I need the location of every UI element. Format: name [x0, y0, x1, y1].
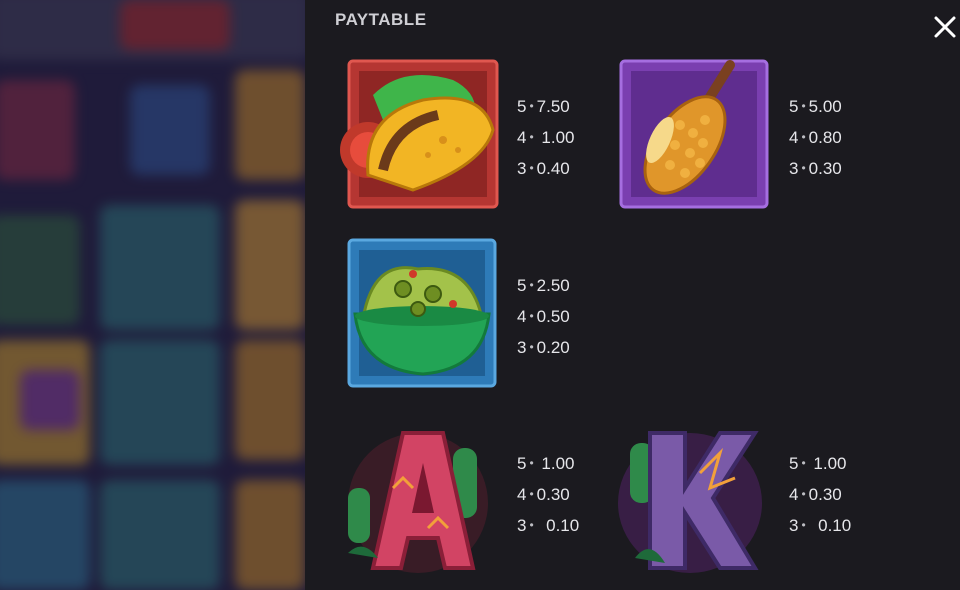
pay-count: 3	[517, 338, 527, 357]
pay-count: 5	[517, 276, 527, 295]
pay-count: 3	[789, 159, 799, 178]
pay-value: 0.30	[808, 485, 842, 504]
symbol-guacamole	[333, 234, 503, 394]
pay-row: 4 • 0.80	[789, 123, 842, 154]
separator-dot: •	[529, 161, 534, 175]
pay-count: 5	[789, 97, 799, 116]
separator-dot: •	[529, 518, 534, 532]
pay-value: 0.50	[536, 307, 570, 326]
pay-value: 5.00	[808, 97, 842, 116]
pay-value: 0.80	[808, 128, 842, 147]
paytable-corn: 5 • 5.00 4 • 0.80 3 • 0.30	[789, 92, 842, 185]
pay-value: 0.10	[546, 516, 580, 535]
pay-value: 0.30	[808, 159, 842, 178]
pay-row: 5 • 1.00	[517, 449, 579, 480]
pay-value: 2.50	[536, 276, 570, 295]
paytable-title: PAYTABLE	[335, 10, 427, 29]
pay-row: 5 • 5.00	[789, 92, 842, 123]
pay-row: 4 • 0.30	[517, 480, 579, 511]
paytable-taco: 5 • 7.50 4 • 1.00 3 • 0.40	[517, 92, 575, 185]
pay-value: 0.20	[536, 338, 570, 357]
pay-count: 4	[789, 485, 799, 504]
pay-count: 3	[517, 159, 527, 178]
pay-value: 0.40	[536, 159, 570, 178]
close-icon	[934, 16, 956, 38]
pay-row: 4 • 0.30	[789, 480, 851, 511]
pay-row: 4 • 0.50	[517, 302, 570, 333]
pay-value: 7.50	[536, 97, 570, 116]
paytable-guacamole: 5 • 2.50 4 • 0.50 3 • 0.20	[517, 271, 570, 364]
pay-count: 3	[789, 516, 799, 535]
game-background	[0, 0, 305, 590]
separator-dot: •	[529, 487, 534, 501]
pay-count: 4	[517, 485, 527, 504]
pay-row: 4 • 1.00	[517, 123, 575, 154]
pay-row: 3 • 0.10	[517, 511, 579, 542]
symbol-letter-k	[605, 418, 775, 578]
symbol-taco	[333, 55, 503, 215]
symbol-corn	[605, 55, 775, 215]
separator-dot: •	[529, 130, 534, 144]
pay-row: 5 • 2.50	[517, 271, 570, 302]
guacamole-icon	[347, 238, 497, 388]
taco-icon	[340, 59, 499, 209]
letter-k-icon	[618, 431, 762, 573]
separator-dot: •	[801, 487, 806, 501]
separator-dot: •	[529, 99, 534, 113]
separator-dot: •	[801, 99, 806, 113]
separator-dot: •	[529, 278, 534, 292]
letter-a-icon	[348, 431, 488, 573]
separator-dot: •	[529, 309, 534, 323]
separator-dot: •	[801, 161, 806, 175]
pay-count: 5	[517, 97, 527, 116]
separator-dot: •	[801, 518, 806, 532]
pay-row: 5 • 7.50	[517, 92, 575, 123]
pay-row: 3 • 0.20	[517, 333, 570, 364]
pay-count: 5	[517, 454, 527, 473]
pay-value: 1.00	[541, 128, 575, 147]
pay-count: 4	[789, 128, 799, 147]
pay-row: 3 • 0.30	[789, 154, 842, 185]
close-button[interactable]	[930, 12, 960, 42]
corn-icon	[619, 59, 769, 209]
pay-value: 0.30	[536, 485, 570, 504]
paytable-letter-k: 5 • 1.00 4 • 0.30 3 • 0.10	[789, 449, 851, 542]
pay-value: 0.10	[818, 516, 852, 535]
symbol-letter-a	[333, 418, 503, 578]
pay-value: 1.00	[813, 454, 847, 473]
separator-dot: •	[529, 340, 534, 354]
pay-count: 4	[517, 128, 527, 147]
pay-count: 5	[789, 454, 799, 473]
pay-count: 3	[517, 516, 527, 535]
paytable-letter-a: 5 • 1.00 4 • 0.30 3 • 0.10	[517, 449, 579, 542]
separator-dot: •	[801, 130, 806, 144]
pay-row: 5 • 1.00	[789, 449, 851, 480]
pay-value: 1.00	[541, 454, 575, 473]
paytable-panel: PAYTABLE 5 • 7.50 4 • 1.00 3 • 0.40 5 • …	[305, 0, 960, 590]
pay-row: 3 • 0.40	[517, 154, 575, 185]
pay-count: 4	[517, 307, 527, 326]
separator-dot: •	[801, 456, 806, 470]
separator-dot: •	[529, 456, 534, 470]
pay-row: 3 • 0.10	[789, 511, 851, 542]
